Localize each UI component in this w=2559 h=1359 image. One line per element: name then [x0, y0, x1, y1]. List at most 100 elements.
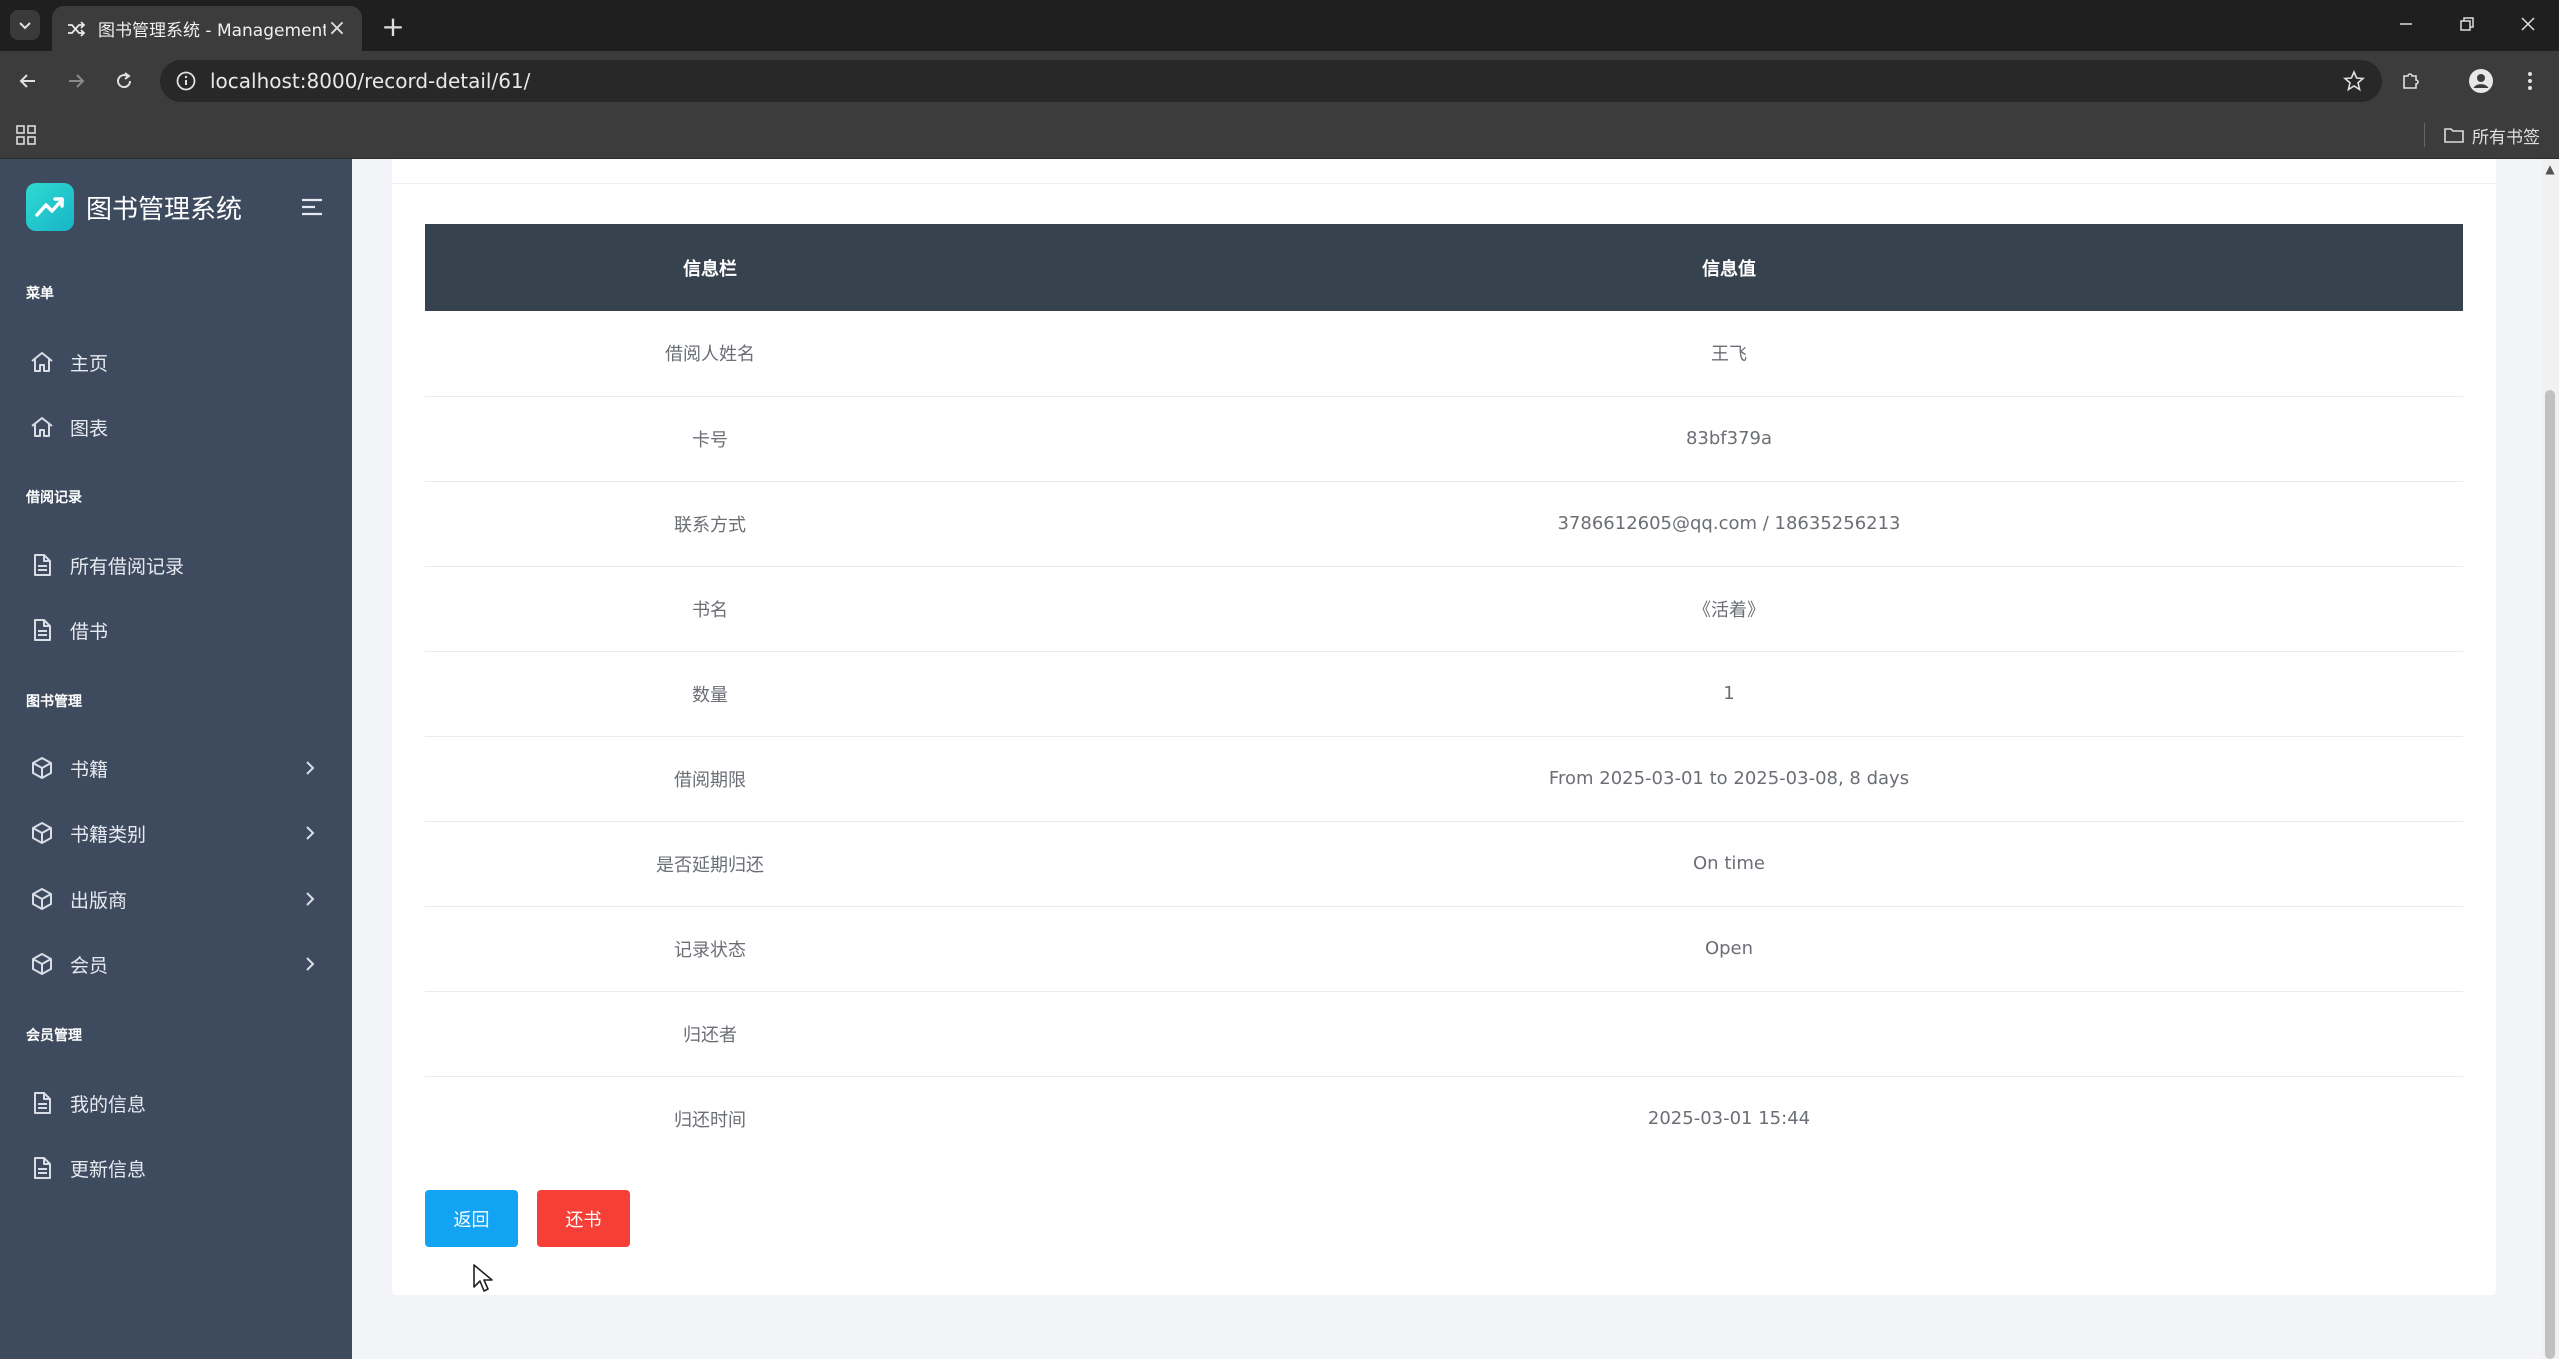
field-overdue-status: 是否延期归还	[425, 821, 995, 907]
close-window-button[interactable]	[2508, 9, 2548, 39]
sidebar-item-borrow-book[interactable]: 借书	[0, 602, 352, 658]
chevron-right-icon	[306, 957, 315, 971]
value-return-time: 2025-03-01 15:44	[1647, 1108, 1811, 1130]
bookmarks-divider	[2424, 123, 2425, 147]
sidebar-item-categories[interactable]: 书籍类别	[0, 805, 352, 861]
bookmark-star-icon[interactable]	[2342, 69, 2366, 93]
table-row: 记录状态 Open	[425, 906, 2463, 992]
reload-button[interactable]	[108, 65, 140, 97]
sidebar-item-label: 书籍	[70, 758, 109, 781]
sidebar-item-label: 借书	[70, 620, 109, 643]
value-borrow-period: From 2025-03-01 to 2025-03-08, 8 days	[995, 736, 2463, 822]
sidebar-item-label: 会员	[70, 954, 109, 977]
address-bar[interactable]: localhost:8000/record-detail/61/	[160, 60, 2382, 102]
reload-icon	[117, 72, 132, 89]
sidebar-item-charts[interactable]: 图表	[0, 399, 352, 455]
folder-icon	[2444, 128, 2464, 143]
site-info-icon[interactable]	[174, 69, 198, 93]
bookmarks-bar: 所有书签	[0, 111, 2559, 159]
record-info-table: 信息栏 信息值 借阅人姓名 王飞 卡号 83bf379a 联系方式 378661…	[425, 224, 2463, 1161]
field-borrower-name: 借阅人姓名	[425, 311, 995, 397]
sidebar-item-publishers[interactable]: 出版商	[0, 871, 352, 927]
sidebar-item-label: 主页	[70, 352, 109, 375]
profile-button[interactable]	[2465, 65, 2497, 97]
sidebar: 图书管理系统 菜单 主页 图表 借阅记录 所有借阅记录 借书 图书管理 书籍 书…	[0, 159, 352, 1359]
chevron-right-icon	[306, 892, 315, 906]
value-quantity: 1	[995, 651, 2463, 737]
cube-icon	[28, 819, 56, 847]
card-divider	[392, 183, 2496, 184]
table-header-row: 信息栏 信息值	[425, 224, 2463, 311]
sidebar-item-home[interactable]: 主页	[0, 334, 352, 390]
minimize-icon	[2400, 23, 2412, 25]
menu-collapse-icon[interactable]	[298, 193, 326, 221]
tab-close-icon[interactable]: ×	[326, 16, 348, 41]
sidebar-item-my-info[interactable]: 我的信息	[0, 1075, 352, 1131]
brand[interactable]: 图书管理系统	[26, 183, 242, 231]
section-heading-member-management: 会员管理	[26, 1028, 82, 1044]
section-heading-borrow-records: 借阅记录	[26, 490, 82, 506]
cube-icon	[28, 950, 56, 978]
field-returner: 归还者	[425, 991, 995, 1077]
browser-toolbar: localhost:8000/record-detail/61/	[0, 51, 2559, 111]
sidebar-item-update-info[interactable]: 更新信息	[0, 1140, 352, 1196]
value-card-number: 83bf379a	[995, 396, 2463, 482]
field-book-title: 书名	[425, 566, 995, 652]
tab-search-button[interactable]	[10, 10, 40, 40]
new-tab-button[interactable]: +	[378, 10, 408, 43]
value-contact: 3786612605@qq.com / 18635256213	[995, 481, 2463, 567]
active-tab[interactable]: 图书管理系统 - Management ×	[52, 6, 362, 51]
cube-icon	[28, 885, 56, 913]
table-row: 借阅期限 From 2025-03-01 to 2025-03-08, 8 da…	[425, 736, 2463, 822]
mouse-cursor-icon	[473, 1264, 493, 1292]
back-nav-button[interactable]	[12, 65, 44, 97]
value-record-status: Open	[995, 906, 2463, 992]
forward-nav-button[interactable]	[60, 65, 92, 97]
tab-title: 图书管理系统 - Management	[98, 21, 326, 41]
document-icon	[28, 551, 56, 579]
avatar-icon	[2469, 69, 2493, 93]
sidebar-item-books[interactable]: 书籍	[0, 740, 352, 796]
chevron-down-icon	[19, 22, 31, 30]
sidebar-item-label: 出版商	[70, 889, 128, 912]
sidebar-item-members[interactable]: 会员	[0, 936, 352, 992]
value-book-title: 《活着》	[995, 566, 2463, 652]
table-row: 书名 《活着》	[425, 566, 2463, 652]
field-contact: 联系方式	[425, 481, 995, 567]
table-row: 借阅人姓名 王飞	[425, 311, 2463, 397]
field-quantity: 数量	[425, 651, 995, 737]
sidebar-item-label: 所有借阅记录	[70, 555, 185, 578]
home-icon	[28, 413, 56, 441]
scrollbar-thumb[interactable]	[2545, 390, 2555, 1359]
table-row: 数量 1	[425, 651, 2463, 737]
sidebar-item-label: 书籍类别	[70, 823, 147, 846]
field-borrow-period: 借阅期限	[425, 736, 995, 822]
extensions-button[interactable]	[2395, 65, 2427, 97]
all-bookmarks-folder[interactable]: 所有书签	[2444, 121, 2540, 149]
restore-icon	[2460, 17, 2474, 31]
document-icon	[28, 616, 56, 644]
table-row: 联系方式 3786612605@qq.com / 18635256213	[425, 481, 2463, 567]
restore-button[interactable]	[2447, 9, 2487, 39]
sidebar-item-label: 我的信息	[70, 1093, 147, 1116]
field-return-time: 归还时间	[674, 1109, 746, 1131]
back-button[interactable]: 返回	[425, 1190, 518, 1247]
scroll-up-arrow-icon[interactable]: ▲	[2543, 162, 2557, 176]
section-heading-menu: 菜单	[26, 286, 54, 302]
minimize-button[interactable]	[2386, 9, 2426, 39]
chevron-right-icon	[306, 761, 315, 775]
sidebar-item-label: 图表	[70, 417, 109, 440]
browser-menu-button[interactable]	[2514, 65, 2546, 97]
section-heading-book-management: 图书管理	[26, 694, 82, 710]
close-icon	[2521, 17, 2535, 31]
apps-grid-icon[interactable]	[14, 123, 38, 147]
trend-chart-logo-icon	[26, 183, 74, 231]
column-header-value: 信息值	[995, 224, 2463, 311]
home-icon	[28, 348, 56, 376]
sidebar-item-all-records[interactable]: 所有借阅记录	[0, 537, 352, 593]
return-book-button[interactable]: 还书	[537, 1190, 630, 1247]
document-icon	[28, 1089, 56, 1117]
table-row: 卡号 83bf379a	[425, 396, 2463, 482]
document-icon	[28, 1154, 56, 1182]
sidebar-item-label: 更新信息	[70, 1158, 147, 1181]
